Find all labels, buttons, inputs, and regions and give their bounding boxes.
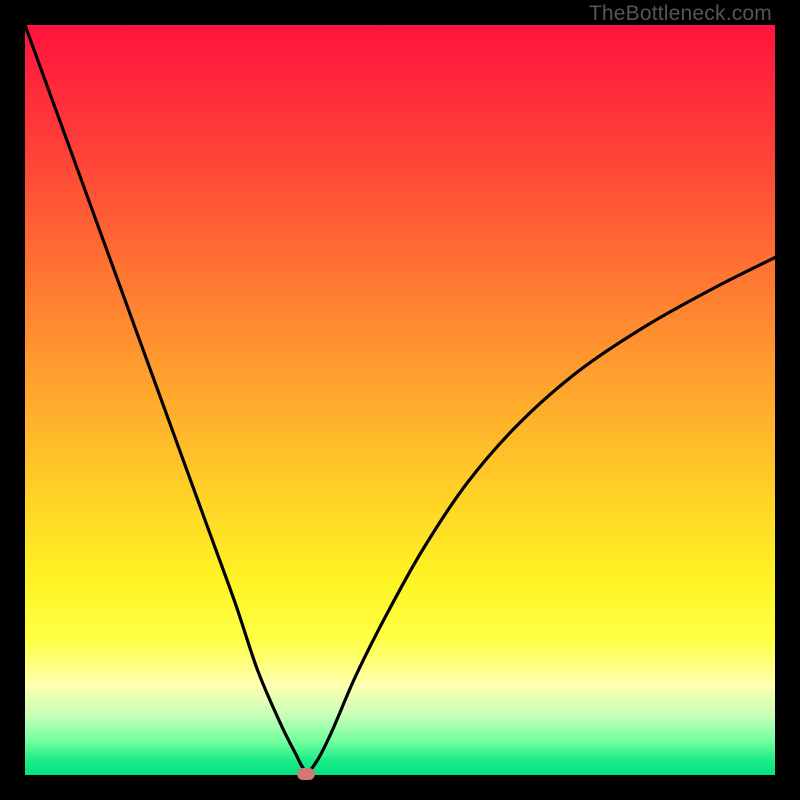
- plot-area: [25, 25, 775, 775]
- optimal-point-marker: [297, 768, 315, 780]
- watermark-text: TheBottleneck.com: [589, 2, 772, 26]
- bottleneck-curve: [25, 25, 775, 775]
